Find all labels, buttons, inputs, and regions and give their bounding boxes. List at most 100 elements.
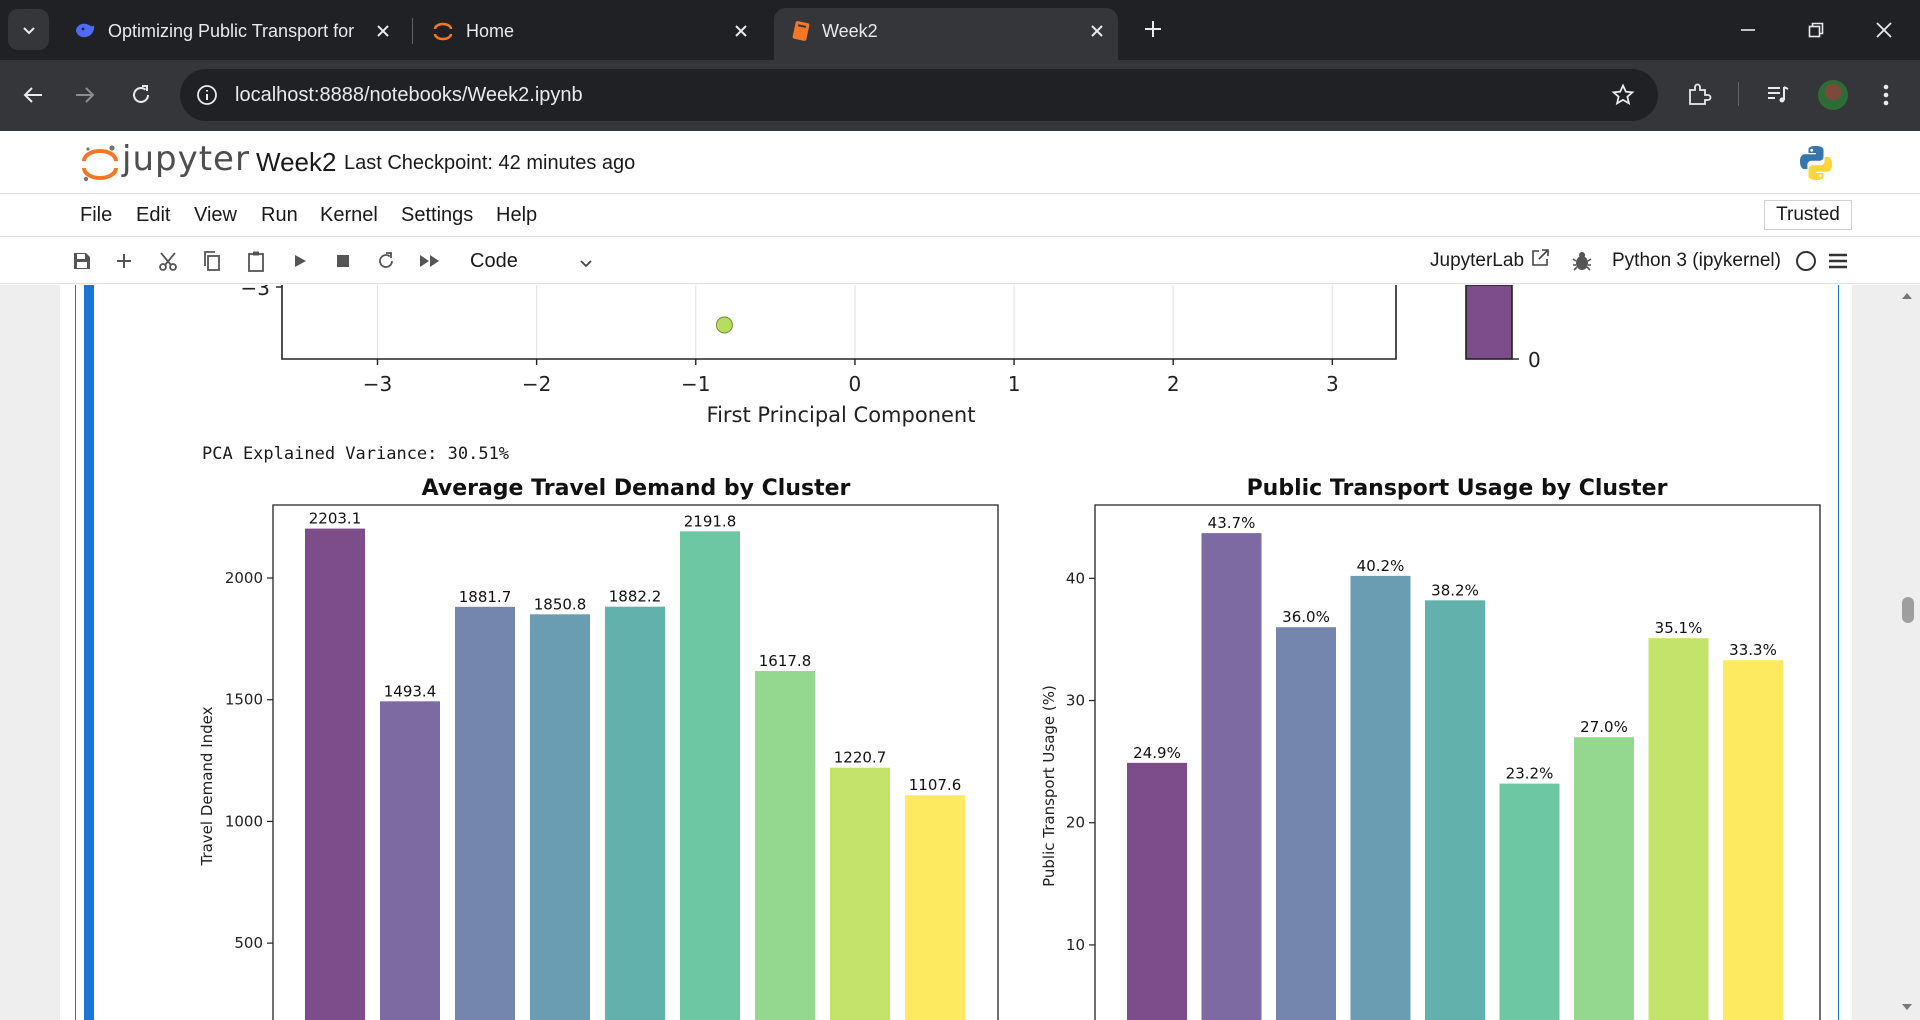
- bar-value-label: 1617.8: [759, 652, 812, 670]
- bar: [680, 531, 740, 1020]
- tab-deepseek[interactable]: Optimizing Public Transport for: [58, 8, 410, 60]
- colorbar-tick-label: 0: [1528, 348, 1541, 372]
- cell-type-select[interactable]: Code: [462, 247, 594, 277]
- jupyter-logo-icon[interactable]: [78, 141, 122, 185]
- menu-file[interactable]: File: [80, 204, 112, 227]
- bar: [380, 701, 440, 1020]
- scissors-icon: [159, 252, 177, 271]
- scroll-down-arrow-icon[interactable]: [1900, 1000, 1914, 1014]
- close-window-button[interactable]: [1866, 12, 1902, 48]
- restart-run-all-button[interactable]: [417, 248, 443, 274]
- interrupt-kernel-button[interactable]: [330, 248, 356, 274]
- bar-value-label: 1850.8: [534, 595, 587, 613]
- save-button[interactable]: [69, 248, 95, 274]
- bookmark-star-icon[interactable]: [1610, 82, 1636, 108]
- bar: [305, 528, 365, 1020]
- menu-view[interactable]: View: [194, 204, 237, 227]
- bar-value-label: 2203.1: [309, 510, 362, 528]
- close-icon[interactable]: [730, 20, 752, 42]
- tab-week2[interactable]: Week2: [774, 8, 1118, 60]
- x-tick-label: −2: [522, 372, 551, 396]
- deepseek-whale-icon: [76, 23, 95, 38]
- trusted-badge[interactable]: Trusted: [1764, 200, 1852, 230]
- y-axis-label: Travel Demand Index: [198, 706, 216, 866]
- run-cell-button[interactable]: [287, 248, 313, 274]
- avatar[interactable]: [1818, 80, 1848, 110]
- bar-value-label: 1220.7: [834, 749, 887, 767]
- kernel-name[interactable]: Python 3 (ipykernel): [1612, 250, 1781, 272]
- external-link-icon[interactable]: [1530, 248, 1550, 268]
- insert-cell-button[interactable]: [111, 248, 137, 274]
- arrow-right-icon: [76, 87, 95, 103]
- menu-settings[interactable]: Settings: [401, 204, 473, 227]
- bar-value-label: 36.0%: [1282, 608, 1330, 626]
- bar: [530, 614, 590, 1020]
- travel-demand-bar-chart: Average Travel Demand by Cluster 500 1000 1…: [198, 476, 999, 1020]
- bar-value-label: 1882.2: [609, 588, 662, 606]
- site-info-icon[interactable]: [194, 82, 220, 108]
- back-button[interactable]: [14, 76, 52, 114]
- bar-value-label: 38.2%: [1431, 581, 1479, 599]
- bar-value-label: 24.9%: [1133, 744, 1181, 762]
- kebab-menu-icon[interactable]: [1868, 77, 1904, 113]
- bar: [1276, 627, 1336, 1020]
- close-icon: [1876, 22, 1892, 38]
- paste-button[interactable]: [243, 248, 269, 274]
- y-tick-label: 20: [1066, 814, 1085, 832]
- hamburger-menu-icon[interactable]: [1828, 251, 1848, 271]
- x-axis-label: First Principal Component: [707, 403, 976, 427]
- pca-scatter-plot: −3 −3 −2 −1 0 1 2 3 First Principal Component 0: [241, 285, 1541, 427]
- notebook-title[interactable]: Week2: [256, 147, 336, 178]
- scatter-point: [715, 316, 733, 334]
- scrollbar-thumb[interactable]: [1902, 597, 1914, 623]
- restart-kernel-button[interactable]: [373, 248, 399, 274]
- chart-title: Public Transport Usage by Cluster: [1247, 476, 1668, 501]
- debugger-bug-icon[interactable]: [1572, 250, 1592, 272]
- menu-run[interactable]: Run: [261, 204, 298, 227]
- bar-value-label: 27.0%: [1580, 718, 1628, 736]
- notebook-icon: [792, 21, 810, 41]
- tab-search-button[interactable]: [8, 9, 49, 50]
- bar: [1723, 660, 1783, 1020]
- bar: [830, 767, 890, 1020]
- x-tick-label: −3: [363, 372, 392, 396]
- y-tick-label: 10: [1066, 936, 1085, 954]
- minimize-button[interactable]: [1730, 12, 1766, 48]
- media-controls-icon[interactable]: [1760, 77, 1796, 113]
- tab-home[interactable]: Home: [416, 8, 768, 60]
- fast-forward-icon: [420, 255, 439, 267]
- copy-button[interactable]: [199, 248, 225, 274]
- reload-button[interactable]: [122, 76, 160, 114]
- y-tick-label: 2000: [225, 569, 263, 587]
- play-icon: [295, 255, 306, 267]
- x-tick-label: 2: [1167, 372, 1180, 396]
- plot-frame: [281, 285, 1397, 360]
- restore-icon: [1808, 22, 1824, 38]
- colorbar: [1465, 285, 1513, 360]
- kernel-idle-status-icon: [1796, 251, 1816, 271]
- menu-edit[interactable]: Edit: [136, 204, 170, 227]
- cut-button[interactable]: [155, 248, 181, 274]
- browser-tab-bar: Optimizing Public Transport for Home Wee…: [0, 0, 1920, 60]
- transport-usage-bar-chart: Public Transport Usage by Cluster 10 20 30 4…: [1040, 476, 1821, 1020]
- close-icon[interactable]: [1086, 20, 1108, 42]
- x-tick-label: 3: [1326, 372, 1339, 396]
- close-icon[interactable]: [372, 20, 394, 42]
- menu-help[interactable]: Help: [496, 204, 537, 227]
- forward-button[interactable]: [66, 76, 104, 114]
- bar: [1499, 783, 1560, 1020]
- bar: [1201, 533, 1262, 1020]
- chevron-down-icon: [22, 26, 35, 34]
- jupyterlab-link[interactable]: JupyterLab: [1430, 250, 1524, 272]
- menu-kernel[interactable]: Kernel: [320, 204, 378, 227]
- extensions-icon[interactable]: [1681, 77, 1717, 113]
- minimize-icon: [1741, 29, 1755, 31]
- bar-value-label: 43.7%: [1208, 514, 1256, 532]
- toolbar-separator: [1738, 82, 1739, 106]
- url-text[interactable]: localhost:8888/notebooks/Week2.ipynb: [235, 69, 583, 121]
- restore-button[interactable]: [1798, 12, 1834, 48]
- address-bar[interactable]: localhost:8888/notebooks/Week2.ipynb: [180, 69, 1658, 121]
- new-tab-button[interactable]: [1138, 14, 1168, 44]
- bar-value-label: 35.1%: [1655, 619, 1703, 637]
- pca-variance-output: PCA Explained Variance: 30.51%: [202, 444, 510, 464]
